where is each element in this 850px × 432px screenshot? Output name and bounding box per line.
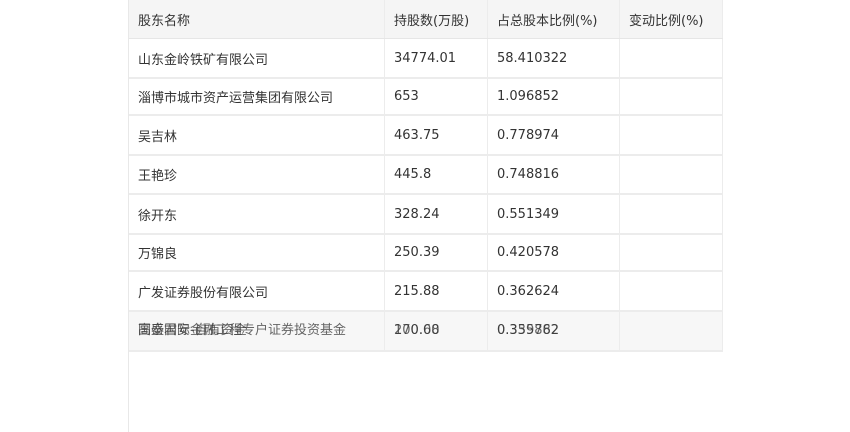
shareholder-name: 万锦良: [129, 235, 385, 270]
shares: 445.8: [385, 156, 488, 193]
ratio: 0.551349: [488, 195, 620, 233]
shareholder-name: 山东金岭铁矿有限公司: [129, 39, 385, 77]
table-row: 淄博市城市资产运营集团有限公司 653 1.096852: [129, 79, 723, 116]
table-row: 徐开东 328.24 0.551349: [129, 195, 723, 235]
overlapped-text: 高盛国际-自有资金 国泰君安金融工程专户证券投资基金: [138, 323, 384, 339]
table-row: 王艳珍 445.8 0.748816: [129, 156, 723, 195]
overlapped-text: 0.335882 0.359762: [497, 323, 619, 339]
shares: 328.24: [385, 195, 488, 233]
shares: 34774.01: [385, 39, 488, 77]
table-row: 万锦良 250.39 0.420578: [129, 235, 723, 272]
shareholder-name-b: 国泰君安金融工程专户证券投资基金: [138, 323, 347, 338]
header-change-ratio: 变动比例(%): [620, 0, 723, 38]
change-ratio: [620, 156, 723, 193]
ratio: 0.748816: [488, 156, 620, 193]
change-ratio: [620, 79, 723, 114]
table-row: 山东金岭铁矿有限公司 34774.01 58.410322: [129, 39, 723, 79]
shareholder-name-overlap: 高盛国际-自有资金 国泰君安金融工程专户证券投资基金: [129, 312, 385, 350]
ratio: 0.420578: [488, 235, 620, 270]
empty-panel-area: [129, 352, 723, 432]
shareholder-name: 王艳珍: [129, 156, 385, 193]
shareholder-name: 广发证券股份有限公司: [129, 272, 385, 310]
header-shareholder-name: 股东名称: [129, 0, 385, 38]
shareholder-table: 股东名称 持股数(万股) 占总股本比例(%) 变动比例(%) 山东金岭铁矿有限公…: [129, 0, 723, 352]
ratio-overlap: 0.335882 0.359762: [488, 312, 620, 350]
change-ratio: [620, 235, 723, 270]
table-row: 吴吉林 463.75 0.778974: [129, 116, 723, 156]
change-ratio: [620, 272, 723, 310]
shares: 463.75: [385, 116, 488, 154]
shareholder-name: 徐开东: [129, 195, 385, 233]
ratio: 1.096852: [488, 79, 620, 114]
change-ratio: [620, 195, 723, 233]
shares-b: 200.00: [394, 323, 440, 338]
shareholder-name: 淄博市城市资产运营集团有限公司: [129, 79, 385, 114]
ratio-b: 0.359762: [497, 323, 560, 338]
header-shares: 持股数(万股): [385, 0, 488, 38]
shares: 653: [385, 79, 488, 114]
ratio: 0.778974: [488, 116, 620, 154]
shares-overlap: 170.68 200.00: [385, 312, 488, 350]
header-ratio: 占总股本比例(%): [488, 0, 620, 38]
change-ratio: [620, 116, 723, 154]
ratio: 0.362624: [488, 272, 620, 310]
shares: 250.39: [385, 235, 488, 270]
table-row: 广发证券股份有限公司 215.88 0.362624: [129, 272, 723, 312]
shares: 215.88: [385, 272, 488, 310]
shareholder-name: 吴吉林: [129, 116, 385, 154]
change-ratio-overlap: [620, 312, 723, 350]
change-ratio: [620, 39, 723, 77]
table-header-row: 股东名称 持股数(万股) 占总股本比例(%) 变动比例(%): [129, 0, 723, 39]
shareholder-table-panel: 股东名称 持股数(万股) 占总股本比例(%) 变动比例(%) 山东金岭铁矿有限公…: [128, 0, 723, 432]
overlapped-text: 170.68 200.00: [394, 323, 487, 339]
table-row-overlap: 高盛国际-自有资金 国泰君安金融工程专户证券投资基金 170.68 200.00…: [129, 312, 723, 352]
ratio: 58.410322: [488, 39, 620, 77]
